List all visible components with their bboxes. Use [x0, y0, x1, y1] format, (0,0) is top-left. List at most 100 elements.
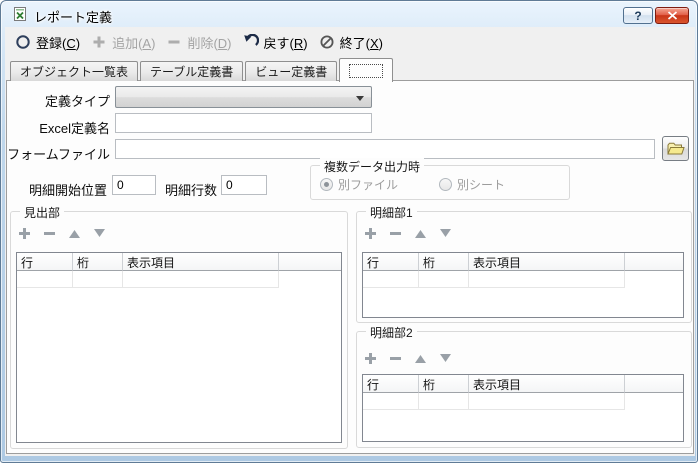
caption-buttons: ?	[623, 7, 689, 24]
detail1-rows-grid[interactable]: 行 桁 表示項目	[362, 252, 684, 318]
column-filler	[279, 253, 341, 271]
tab-focus-rectangle	[349, 64, 383, 78]
column-display-item: 表示項目	[469, 375, 625, 393]
column-row: 行	[363, 375, 419, 393]
detail2-move-down-button[interactable]	[437, 350, 453, 366]
register-label: 登録(C)	[36, 33, 80, 52]
header-section: 見出部 行	[10, 211, 348, 449]
report-definition-window: レポート定義 ? 登録(C)	[0, 0, 698, 463]
browse-folder-button[interactable]	[662, 136, 689, 161]
tab-table-definition[interactable]: テーブル定義書	[140, 61, 243, 81]
revert-button[interactable]: 戻す(R)	[243, 33, 308, 52]
header-section-title: 見出部	[20, 204, 64, 221]
detail-start-position-label: 明細開始位置	[7, 180, 107, 199]
form-file-input[interactable]	[115, 139, 655, 159]
header-move-down-button[interactable]	[91, 225, 107, 241]
grid-header: 行 桁 表示項目	[363, 253, 683, 271]
column-row: 行	[363, 253, 419, 271]
column-filler	[625, 375, 683, 393]
column-filler	[625, 253, 683, 271]
plus-icon	[364, 352, 377, 365]
add-label: 追加(A)	[112, 33, 155, 52]
form-file-label: フォームファイル	[7, 144, 110, 163]
header-remove-row-button[interactable]	[41, 225, 57, 241]
tab-object-list-label: オブジェクト一覧表	[20, 63, 128, 80]
excel-definition-name-label: Excel定義名	[7, 118, 110, 137]
titlebar: レポート定義 ?	[1, 1, 697, 27]
column-row: 行	[17, 253, 73, 271]
detail1-section: 明細部1 行	[356, 211, 692, 323]
tab-view-definition[interactable]: ビュー定義書	[245, 61, 337, 81]
header-add-row-button[interactable]	[16, 225, 32, 241]
radio-separate-file-label: 別ファイル	[338, 176, 398, 193]
plus-icon	[91, 34, 107, 50]
grid-header: 行 桁 表示項目	[17, 253, 341, 271]
help-button[interactable]: ?	[623, 7, 653, 24]
triangle-up-icon	[414, 352, 427, 365]
client-area: 登録(C) 追加(A) 削除(D) 戻す(R)	[5, 27, 695, 456]
empty-grid-row	[17, 271, 341, 288]
radio-separate-file[interactable]: 別ファイル	[320, 176, 398, 193]
chevron-down-icon	[356, 96, 364, 101]
definition-type-select[interactable]	[115, 86, 372, 108]
detail1-move-down-button[interactable]	[437, 225, 453, 241]
triangle-down-icon	[93, 227, 106, 240]
minus-icon	[166, 34, 182, 50]
tab-object-list[interactable]: オブジェクト一覧表	[10, 61, 138, 81]
close-button[interactable]	[655, 7, 689, 24]
window-title: レポート定義	[34, 7, 112, 26]
minus-icon	[43, 227, 56, 240]
exit-button[interactable]: 終了(X)	[319, 33, 383, 52]
detail2-add-row-button[interactable]	[362, 350, 378, 366]
tab-view-definition-label: ビュー定義書	[255, 63, 327, 80]
detail2-section-title: 明細部2	[366, 324, 417, 341]
header-move-up-button[interactable]	[66, 225, 82, 241]
help-icon: ?	[634, 9, 641, 23]
tab-table-definition-label: テーブル定義書	[150, 63, 233, 80]
empty-grid-row	[363, 271, 683, 288]
cancel-icon	[319, 34, 335, 50]
detail2-section: 明細部2 行	[356, 331, 692, 448]
tab-report-definition-active[interactable]	[339, 58, 393, 82]
detail1-move-up-button[interactable]	[412, 225, 428, 241]
detail-row-count-input[interactable]	[221, 175, 267, 195]
triangle-down-icon	[439, 352, 452, 365]
detail2-rows-grid[interactable]: 行 桁 表示項目	[362, 374, 684, 442]
toolbar: 登録(C) 追加(A) 削除(D) 戻す(R)	[5, 27, 695, 57]
column-digit: 桁	[73, 253, 123, 271]
radio-unselected-icon	[439, 178, 452, 191]
revert-label: 戻す(R)	[264, 33, 308, 52]
detail2-remove-row-button[interactable]	[387, 350, 403, 366]
detail-start-position-input[interactable]	[112, 175, 156, 195]
detail1-add-row-button[interactable]	[362, 225, 378, 241]
excel-document-icon	[12, 6, 28, 22]
excel-definition-name-input[interactable]	[115, 113, 372, 133]
detail1-section-title: 明細部1	[366, 204, 417, 221]
plus-icon	[18, 227, 31, 240]
tab-strip: オブジェクト一覧表 テーブル定義書 ビュー定義書	[10, 57, 395, 81]
definition-type-label: 定義タイプ	[7, 91, 110, 110]
header-section-toolbar	[16, 225, 107, 241]
triangle-up-icon	[414, 227, 427, 240]
radio-separate-sheet[interactable]: 別シート	[439, 176, 505, 193]
detail2-move-up-button[interactable]	[412, 350, 428, 366]
exit-label: 終了(X)	[340, 33, 383, 52]
delete-button[interactable]: 削除(D)	[166, 33, 231, 52]
register-button[interactable]: 登録(C)	[15, 33, 80, 52]
folder-icon	[667, 142, 685, 156]
tab-page: 定義タイプ Excel定義名 フォームファイル 明細開始位置 明細行数	[6, 80, 694, 454]
radio-separate-sheet-label: 別シート	[457, 176, 505, 193]
detail-row-count-label: 明細行数	[165, 180, 217, 199]
detail1-section-toolbar	[362, 225, 453, 241]
add-button[interactable]: 追加(A)	[91, 33, 155, 52]
multi-data-output-group: 複数データ出力時 別ファイル 別シート	[310, 165, 570, 200]
header-rows-grid[interactable]: 行 桁 表示項目	[16, 252, 342, 443]
plus-icon	[364, 227, 377, 240]
grid-header: 行 桁 表示項目	[363, 375, 683, 393]
detail1-remove-row-button[interactable]	[387, 225, 403, 241]
empty-grid-row	[363, 393, 683, 410]
column-display-item: 表示項目	[469, 253, 625, 271]
close-icon	[667, 11, 678, 20]
triangle-down-icon	[439, 227, 452, 240]
undo-icon	[243, 34, 259, 50]
